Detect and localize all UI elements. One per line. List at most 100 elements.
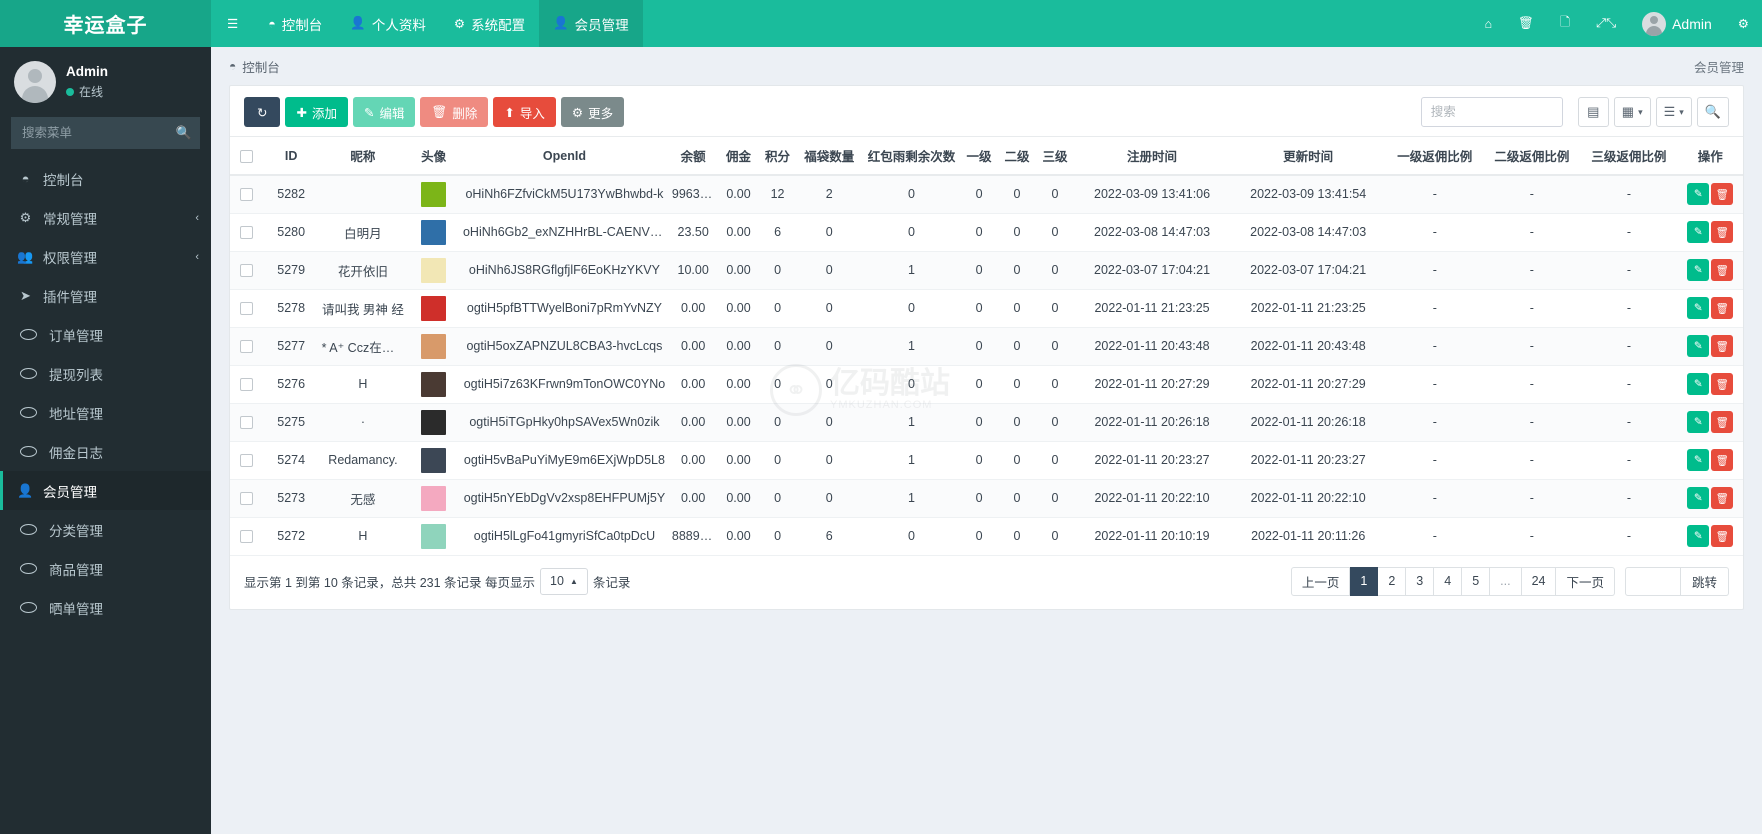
row-delete-button[interactable]: 🗑 (1711, 449, 1734, 471)
grid-view-button[interactable]: ▦ ▾ (1613, 97, 1651, 127)
breadcrumb-label[interactable]: 控制台 (242, 57, 280, 76)
cell-avatar[interactable] (407, 175, 460, 214)
row-delete-button[interactable]: 🗑 (1711, 487, 1734, 509)
table-row[interactable]: 5274 Redamancy. ogtiH5vBaPuYiMyE9m6EXjWpD5… (230, 441, 1743, 480)
header-rebate-ratio-1[interactable]: 一级返佣比例 (1386, 136, 1484, 176)
table-row[interactable]: 5275 · ogtiH5iTGpHky0hpSAVex5Wn0zik 0.00 0.0… (230, 403, 1743, 442)
cell-avatar[interactable] (407, 365, 460, 404)
row-edit-button[interactable]: ✎ (1687, 525, 1710, 547)
search-button[interactable]: 🔍 (1696, 97, 1729, 127)
row-select-checkbox-cell[interactable] (230, 289, 264, 328)
select-all-checkbox[interactable] (240, 149, 254, 163)
cell-operations[interactable]: ✎ 🗑 (1677, 327, 1743, 366)
row-select-checkbox[interactable] (240, 454, 254, 468)
row-select-checkbox-cell[interactable] (230, 327, 264, 366)
header-rebate-ratio-2[interactable]: 二级返佣比例 (1483, 136, 1581, 176)
table-row[interactable]: 5280 白明月 oHiNh6Gb2_exNZHHrBL-CAENVpfc 23.50… (230, 213, 1743, 252)
column-toggle-button[interactable]: ☰ ▾ (1655, 97, 1692, 127)
header-points[interactable]: 积分 (759, 136, 796, 176)
header-level-3[interactable]: 三级 (1036, 136, 1074, 176)
cell-operations[interactable]: ✎ 🗑 (1677, 403, 1743, 442)
row-edit-button[interactable]: ✎ (1687, 373, 1710, 395)
row-select-checkbox[interactable] (240, 530, 254, 544)
cell-avatar[interactable] (407, 517, 460, 556)
row-edit-button[interactable]: ✎ (1687, 487, 1710, 509)
pagination-page-3[interactable]: 3 (1406, 566, 1435, 596)
search-input[interactable] (1420, 97, 1563, 127)
cell-operations[interactable]: ✎ 🗑 (1677, 441, 1743, 480)
top-nav-item-member-management[interactable]: 👤 会员管理 (539, 0, 643, 47)
row-select-checkbox[interactable] (240, 302, 254, 316)
page-jump-input[interactable] (1624, 566, 1681, 596)
row-delete-button[interactable]: 🗑 (1711, 259, 1734, 281)
row-edit-button[interactable]: ✎ (1687, 335, 1710, 357)
select-all-header[interactable] (230, 136, 264, 176)
row-select-checkbox[interactable] (240, 340, 254, 354)
header-rebate-ratio-3[interactable]: 三级返佣比例 (1580, 136, 1678, 176)
row-edit-button[interactable]: ✎ (1687, 297, 1710, 319)
pagination-page-1[interactable]: 1 (1350, 566, 1379, 596)
search-menu-button[interactable]: 🔍 (168, 117, 200, 149)
fullscreen-button[interactable]: ⤢⤡ (1583, 0, 1629, 47)
table-row[interactable]: 5279 花开依旧 oHiNh6JS8RGflgfjlF6EoKHzYKVY 10.0… (230, 251, 1743, 290)
row-select-checkbox[interactable] (240, 264, 254, 278)
row-delete-button[interactable]: 🗑 (1711, 411, 1734, 433)
table-row[interactable]: 5278 请叫我 男神 经 ogtiH5pfBTTWyelBoni7pRmYvNZY… (230, 289, 1743, 328)
table-row[interactable]: 5273 无感 ogtiH5nYEbDgVv2xsp8EHFPUMj5Y 0.00 0.… (230, 479, 1743, 518)
row-delete-button[interactable]: 🗑 (1711, 335, 1734, 357)
delete-button[interactable]: 🗑 删除 (420, 97, 489, 127)
row-edit-button[interactable]: ✎ (1687, 449, 1710, 471)
settings-button[interactable]: ⚙ (1725, 0, 1762, 47)
row-select-checkbox[interactable] (240, 188, 254, 202)
row-edit-button[interactable]: ✎ (1687, 411, 1710, 433)
row-select-checkbox-cell[interactable] (230, 441, 264, 480)
row-delete-button[interactable]: 🗑 (1711, 183, 1734, 206)
import-button[interactable]: ⬆ 导入 (493, 97, 556, 127)
row-select-checkbox-cell[interactable] (230, 251, 264, 290)
cell-avatar[interactable] (407, 251, 460, 290)
cell-avatar[interactable] (407, 479, 460, 518)
cell-avatar[interactable] (407, 213, 460, 252)
pagination-page-24[interactable]: 24 (1521, 566, 1557, 596)
header-commission[interactable]: 佣金 (717, 136, 760, 176)
page-size-select[interactable]: 10 ▲ (540, 567, 588, 595)
brand-logo[interactable]: 幸运盒子 (0, 0, 211, 47)
row-select-checkbox-cell[interactable] (230, 175, 264, 214)
table-row[interactable]: 5277 * A⁺ Ccz在线号 ogtiH5oxZAPNZUL8CBA3-hvcL… (230, 327, 1743, 366)
add-button[interactable]: ✚ 添加 (285, 97, 348, 127)
sidebar-item-member-management[interactable]: 👤 会员管理 (0, 471, 211, 510)
list-view-button[interactable]: ▤ (1577, 97, 1609, 127)
row-delete-button[interactable]: 🗑 (1711, 221, 1734, 243)
table-row[interactable]: 5276 HogtiH5i7z63KFrwn9mTonOWC0YNo 0.00 0.0… (230, 365, 1743, 404)
sidebar-item-plugin-management[interactable]: ➤ 插件管理 (0, 276, 211, 315)
more-button[interactable]: ⚙ 更多 (560, 97, 625, 127)
sidebar-item-commission-log[interactable]: 佣金日志 (0, 432, 211, 471)
pagination-prev-button[interactable]: 上一页 (1290, 566, 1351, 596)
row-edit-button[interactable]: ✎ (1687, 221, 1710, 243)
top-nav-item-profile[interactable]: 👤 个人资料 (336, 0, 440, 47)
table-row[interactable]: 5282 oHiNh6FZfviCkM5U173YwBhwbd-k 9963.80 0… (230, 175, 1743, 214)
row-select-checkbox[interactable] (240, 416, 254, 430)
pagination-ellipsis[interactable]: ... (1490, 566, 1522, 596)
row-select-checkbox-cell[interactable] (230, 479, 264, 518)
row-delete-button[interactable]: 🗑 (1711, 297, 1734, 319)
row-select-checkbox-cell[interactable] (230, 517, 264, 556)
header-level-1[interactable]: 一级 (960, 136, 999, 176)
header-register-time[interactable]: 注册时间 (1073, 136, 1231, 176)
home-button[interactable]: ⌂ (1472, 0, 1506, 47)
row-select-checkbox-cell[interactable] (230, 213, 264, 252)
cell-operations[interactable]: ✎ 🗑 (1677, 289, 1743, 328)
cell-operations[interactable]: ✎ 🗑 (1677, 479, 1743, 518)
header-lucky-bag-count[interactable]: 福袋数量 (795, 136, 863, 176)
sidebar-item-product-management[interactable]: 商品管理 (0, 549, 211, 588)
pagination-page-5[interactable]: 5 (1462, 566, 1491, 596)
header-openid[interactable]: OpenId (459, 136, 669, 176)
cell-avatar[interactable] (407, 327, 460, 366)
pagination-page-4[interactable]: 4 (1434, 566, 1463, 596)
sidebar-item-withdraw-list[interactable]: 提现列表 (0, 354, 211, 393)
sidebar-item-general-management[interactable]: ⚙ 常规管理 ‹ (0, 198, 211, 237)
row-select-checkbox[interactable] (240, 226, 254, 240)
sidebar-user-panel[interactable]: Admin 在线 (0, 47, 211, 117)
header-redpacket-rain-remaining[interactable]: 红包雨剩余次数 (863, 136, 961, 176)
row-edit-button[interactable]: ✎ (1687, 183, 1710, 206)
